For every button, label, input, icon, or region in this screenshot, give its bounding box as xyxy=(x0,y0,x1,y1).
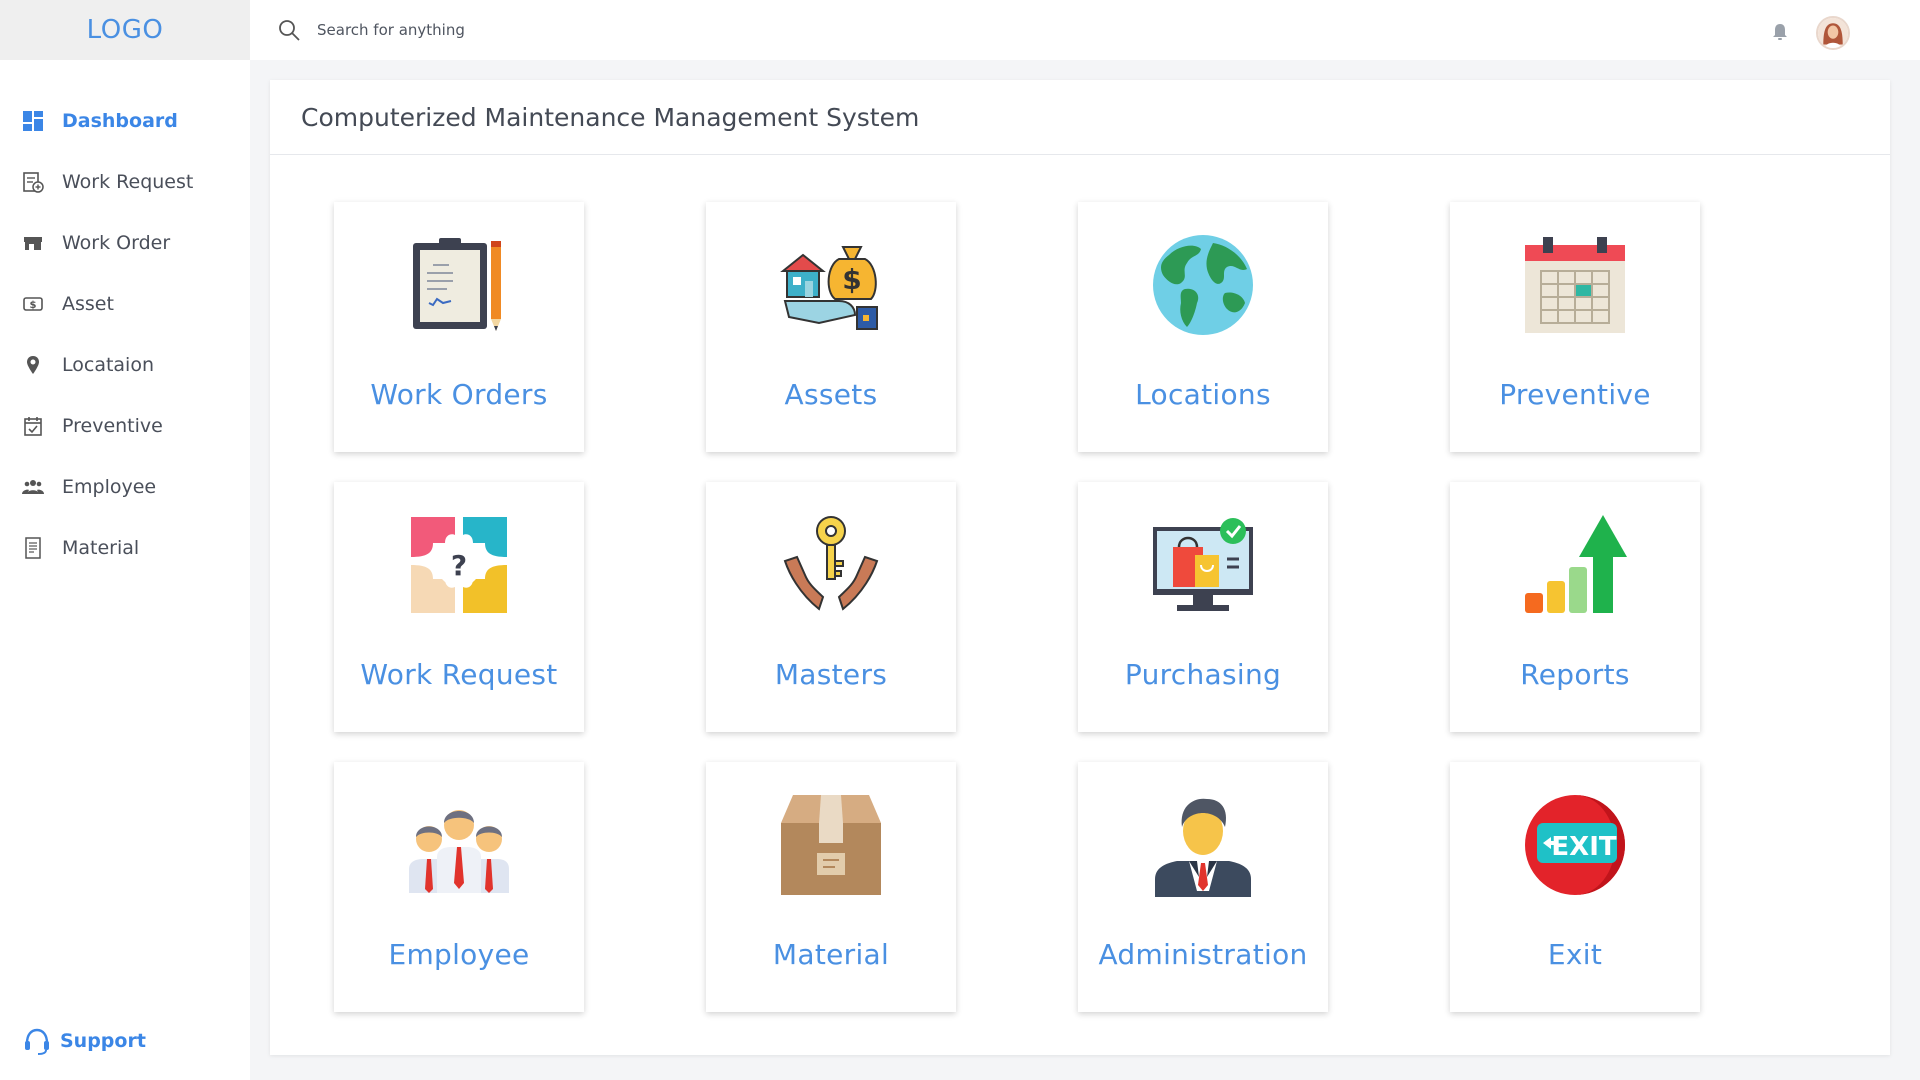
tile-label: Masters xyxy=(774,658,888,691)
asset-icon: $ xyxy=(22,293,44,315)
sidebar-item-label: Locataion xyxy=(62,353,155,376)
topbar xyxy=(250,0,1920,60)
sidebar-item-label: Dashboard xyxy=(62,109,178,132)
sidebar-item-dashboard[interactable]: Dashboard xyxy=(0,90,250,151)
tile-exit[interactable]: EXIT Exit xyxy=(1450,762,1700,1012)
support-link[interactable]: Support xyxy=(22,1026,146,1056)
sidebar-item-employee[interactable]: Employee xyxy=(0,456,250,517)
module-grid: Work Orders $ Assets Locations Preventiv… xyxy=(334,202,1700,1012)
tile-label: Preventive xyxy=(1499,378,1651,411)
tile-label: Reports xyxy=(1520,658,1630,691)
sidebar-item-label: Work Order xyxy=(62,231,171,254)
tile-label: Material xyxy=(772,938,890,971)
businessman-icon xyxy=(1148,790,1258,900)
calendar-icon xyxy=(1520,230,1630,340)
support-label: Support xyxy=(60,1030,146,1052)
sidebar-nav: Dashboard Work Request Work Order $ Asse… xyxy=(0,90,250,578)
tile-label: Work Request xyxy=(360,658,558,691)
tile-label: Work Orders xyxy=(370,378,548,411)
svg-text:?: ? xyxy=(451,549,467,582)
sidebar-item-asset[interactable]: $ Asset xyxy=(0,273,250,334)
page-title: Computerized Maintenance Management Syst… xyxy=(301,102,920,132)
avatar[interactable] xyxy=(1816,16,1850,50)
main-panel: Computerized Maintenance Management Syst… xyxy=(270,80,1890,1055)
sidebar-item-label: Asset xyxy=(62,292,114,315)
svg-text:$: $ xyxy=(30,300,37,311)
tile-purchasing[interactable]: Purchasing xyxy=(1078,482,1328,732)
tile-label: Locations xyxy=(1135,378,1271,411)
clipboard-icon xyxy=(404,230,514,340)
tile-work-request[interactable]: ? Work Request xyxy=(334,482,584,732)
sidebar-item-label: Preventive xyxy=(62,414,163,437)
growth-chart-icon xyxy=(1520,510,1630,620)
globe-icon xyxy=(1148,230,1258,340)
logo-text: LOGO xyxy=(86,15,164,45)
sidebar-item-location[interactable]: Locataion xyxy=(0,334,250,395)
sidebar-item-preventive[interactable]: Preventive xyxy=(0,395,250,456)
panel-header: Computerized Maintenance Management Syst… xyxy=(270,80,1890,155)
dashboard-icon xyxy=(22,110,44,132)
money-house-hand-icon: $ xyxy=(776,230,886,340)
bell-icon[interactable] xyxy=(1770,22,1790,42)
key-hands-icon xyxy=(776,510,886,620)
tile-label: Administration xyxy=(1098,938,1308,971)
location-pin-icon xyxy=(22,354,44,376)
tile-administration[interactable]: Administration xyxy=(1078,762,1328,1012)
sidebar-item-label: Material xyxy=(62,536,140,559)
headset-icon xyxy=(25,1028,49,1055)
calendar-check-icon xyxy=(22,415,44,437)
svg-text:$: $ xyxy=(842,263,861,296)
sidebar-item-material[interactable]: Material xyxy=(0,517,250,578)
question-puzzle-icon: ? xyxy=(404,510,514,620)
team-icon xyxy=(404,790,514,900)
sidebar-item-work-request[interactable]: Work Request xyxy=(0,151,250,212)
tile-label: Employee xyxy=(388,938,530,971)
search-icon[interactable] xyxy=(277,18,301,42)
exit-sign-text: EXIT xyxy=(1551,832,1616,862)
tile-assets[interactable]: $ Assets xyxy=(706,202,956,452)
sidebar-item-label: Employee xyxy=(62,475,157,498)
tile-label: Purchasing xyxy=(1124,658,1282,691)
box-icon xyxy=(776,790,886,900)
shopping-monitor-icon xyxy=(1148,510,1258,620)
sidebar-item-label: Work Request xyxy=(62,170,194,193)
work-order-icon xyxy=(22,232,44,254)
search-input[interactable] xyxy=(317,21,917,39)
document-icon xyxy=(22,536,44,559)
tile-label: Exit xyxy=(1547,938,1603,971)
tile-material[interactable]: Material xyxy=(706,762,956,1012)
tile-reports[interactable]: Reports xyxy=(1450,482,1700,732)
tile-masters[interactable]: Masters xyxy=(706,482,956,732)
people-icon xyxy=(22,476,44,498)
exit-sign-icon: EXIT xyxy=(1520,790,1630,900)
tile-preventive[interactable]: Preventive xyxy=(1450,202,1700,452)
tile-work-orders[interactable]: Work Orders xyxy=(334,202,584,452)
sidebar-item-work-order[interactable]: Work Order xyxy=(0,212,250,273)
tile-employee[interactable]: Employee xyxy=(334,762,584,1012)
tile-label: Assets xyxy=(784,378,878,411)
work-request-icon xyxy=(22,171,44,193)
sidebar: LOGO Dashboard Work Request Work Order $… xyxy=(0,0,250,1080)
logo[interactable]: LOGO xyxy=(0,0,250,60)
tile-locations[interactable]: Locations xyxy=(1078,202,1328,452)
